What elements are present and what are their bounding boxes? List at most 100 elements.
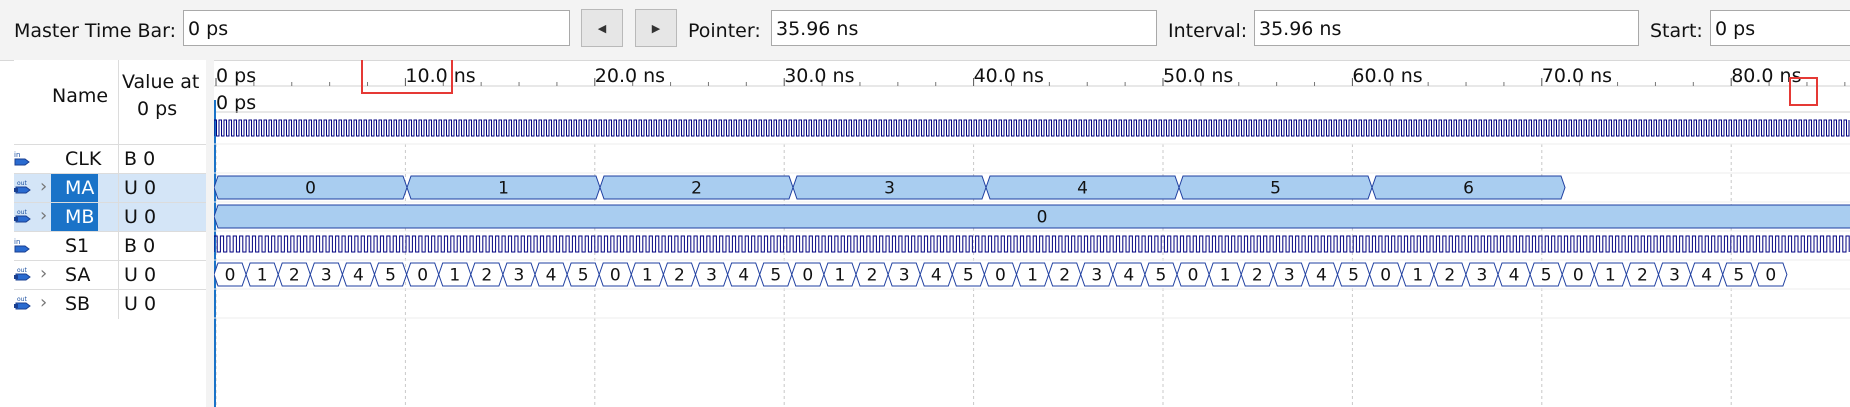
sa-value-label: 3 — [1477, 266, 1488, 286]
ma-value-label: 3 — [884, 179, 895, 199]
signal-row-s1[interactable]: in S1 B 0 — [14, 231, 206, 261]
sa-value-label: 0 — [225, 266, 236, 286]
signal-name: CLK — [65, 148, 102, 170]
svg-text:out: out — [17, 267, 27, 274]
ma-value-label: 1 — [498, 179, 509, 199]
output-pin-icon: out — [14, 207, 36, 229]
value-header-line2: 0 ps — [137, 98, 178, 120]
ma-value-label: 4 — [1077, 179, 1088, 199]
sa-value-label: 2 — [1059, 266, 1070, 286]
svg-text:out: out — [17, 296, 27, 303]
svg-text:in: in — [14, 151, 20, 159]
column-divider — [118, 290, 119, 319]
sa-value-label: 4 — [353, 266, 364, 286]
sa-value-label: 0 — [1380, 266, 1391, 286]
start-label: Start: — [1650, 20, 1703, 42]
signal-value: U 0 — [124, 293, 157, 315]
next-transition-button[interactable]: ▶ — [635, 9, 677, 47]
pane-splitter[interactable] — [206, 60, 214, 407]
waveform-canvas[interactable]: 0 1 2 3 4 5 6 0 0 1 2 3 4 5 0 1 2 3 4 5 0 1 2 3 4 5 0 1 2 3 4 5 0 1 2 3 4 5 0 1… — [214, 60, 1850, 407]
start-field[interactable]: 0 ps — [1710, 10, 1850, 46]
sa-value-label: 0 — [995, 266, 1006, 286]
sa-value-label: 5 — [770, 266, 781, 286]
signal-value: B 0 — [124, 148, 156, 170]
sa-value-label: 2 — [674, 266, 685, 286]
sa-value-label: 4 — [1123, 266, 1134, 286]
sa-value-label: 2 — [481, 266, 492, 286]
expand-chevron-icon[interactable]: › — [40, 292, 47, 313]
arrow-left-icon: ◀ — [597, 21, 607, 35]
sa-value-label: 5 — [1156, 266, 1167, 286]
column-divider — [118, 174, 119, 203]
sa-value-label: 3 — [1669, 266, 1680, 286]
input-pin-icon: in — [14, 149, 36, 171]
expand-chevron-icon[interactable]: › — [40, 176, 47, 197]
sa-value-label: 1 — [257, 266, 268, 286]
expand-chevron-icon[interactable]: › — [40, 263, 47, 284]
ma-value-label: 2 — [691, 179, 702, 199]
signal-name: SB — [65, 293, 91, 315]
signal-row-clk[interactable]: in CLK B 0 — [14, 144, 206, 174]
signal-list-panel: Name Value at 0 ps in CLK B 0 out › MA U 0 out ›… — [14, 60, 207, 407]
signal-value: U 0 — [124, 264, 157, 286]
signal-row-ma[interactable]: out › MA U 0 — [14, 173, 206, 203]
s1-waveform — [214, 235, 1850, 253]
sa-value-label: 4 — [1316, 266, 1327, 286]
mb-segment — [214, 204, 1850, 229]
header-divider — [118, 60, 119, 144]
signal-name: SA — [65, 264, 91, 286]
column-divider — [118, 203, 119, 232]
sa-value-label: 0 — [1573, 266, 1584, 286]
signal-row-sb[interactable]: out › SB U 0 — [14, 289, 206, 319]
signal-value: B 0 — [124, 235, 156, 257]
signal-value: U 0 — [124, 206, 157, 228]
sa-value-label: 5 — [1541, 266, 1552, 286]
highlight-box-10ns — [361, 60, 453, 94]
sa-value-label: 4 — [1509, 266, 1520, 286]
sa-value-label: 2 — [289, 266, 300, 286]
sa-value-label: 2 — [1637, 266, 1648, 286]
sa-value-label: 0 — [1188, 266, 1199, 286]
time-bar-toolbar: Master Time Bar: 0 ps ◀ ▶ Pointer: 35.96… — [0, 0, 1850, 61]
sa-value-label: 1 — [835, 266, 846, 286]
sa-value-label: 1 — [1220, 266, 1231, 286]
sa-value-label: 2 — [867, 266, 878, 286]
column-divider — [118, 232, 119, 261]
output-pin-icon: out — [14, 178, 36, 200]
sa-value-label: 4 — [1701, 266, 1712, 286]
sa-value-label: 2 — [1252, 266, 1263, 286]
signal-row-mb[interactable]: out › MB U 0 — [14, 202, 206, 232]
pointer-label: Pointer: — [688, 20, 761, 42]
ma-value-label: 6 — [1463, 179, 1474, 199]
sa-value-label: 3 — [1091, 266, 1102, 286]
waveform-panel[interactable]: 0 ps 10.0 ns 20.0 ns 30.0 ns 40.0 ns 50.0 ns 6… — [214, 60, 1850, 407]
signal-name: MA — [51, 174, 99, 203]
sa-value-label: 3 — [514, 266, 525, 286]
output-pin-icon: out — [14, 294, 36, 316]
interval-field[interactable]: 35.96 ns — [1254, 10, 1639, 46]
input-pin-icon: in — [14, 236, 36, 258]
signal-row-sa[interactable]: out › SA U 0 — [14, 260, 206, 290]
sa-value-label: 0 — [1765, 266, 1776, 286]
sa-value-label: 4 — [738, 266, 749, 286]
master-time-bar-label: Master Time Bar: — [14, 20, 177, 42]
pointer-field[interactable]: 35.96 ns — [771, 10, 1157, 46]
signal-value: U 0 — [124, 177, 157, 199]
sa-value-label: 3 — [321, 266, 332, 286]
sa-value-label: 3 — [1284, 266, 1295, 286]
name-column-header: Name — [52, 85, 109, 107]
sa-value-label: 1 — [1605, 266, 1616, 286]
sa-value-label: 1 — [1027, 266, 1038, 286]
sa-value-label: 3 — [899, 266, 910, 286]
signal-name: MB — [51, 203, 99, 232]
previous-transition-button[interactable]: ◀ — [581, 9, 623, 47]
expand-chevron-icon[interactable]: › — [40, 205, 47, 226]
signal-name: S1 — [65, 235, 90, 257]
sa-value-label: 5 — [1733, 266, 1744, 286]
sa-value-label: 0 — [802, 266, 813, 286]
sa-value-label: 5 — [385, 266, 396, 286]
sa-value-label: 1 — [1412, 266, 1423, 286]
master-time-bar-field[interactable]: 0 ps — [183, 10, 570, 46]
sa-value-label: 5 — [578, 266, 589, 286]
sa-value-label: 5 — [1348, 266, 1359, 286]
